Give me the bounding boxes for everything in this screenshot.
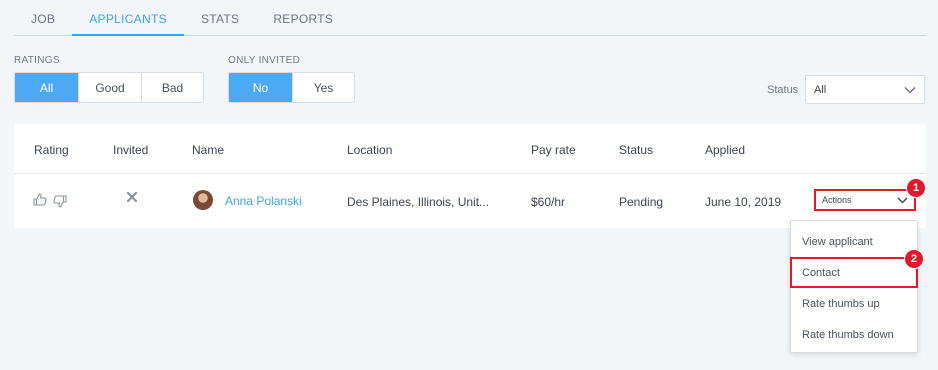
chevron-down-icon xyxy=(897,197,908,204)
actions-menu: View applicant Contact Rate thumbs up Ra… xyxy=(790,220,918,353)
actions-dropdown-button[interactable]: Actions xyxy=(814,189,916,211)
menu-item-contact[interactable]: Contact xyxy=(790,257,918,288)
header-divider xyxy=(14,173,926,174)
close-icon xyxy=(127,192,137,202)
only-invited-yes-button[interactable]: Yes xyxy=(293,73,354,102)
tab-reports[interactable]: REPORTS xyxy=(256,0,350,36)
only-invited-filter: No Yes xyxy=(228,72,355,103)
applicants-table: Rating Invited Name Location Pay rate St… xyxy=(14,124,926,228)
status-select[interactable]: All xyxy=(805,75,925,104)
tab-stats[interactable]: STATS xyxy=(184,0,256,36)
menu-item-rate-thumbs-up[interactable]: Rate thumbs up xyxy=(791,288,917,319)
column-header-status[interactable]: Status xyxy=(619,143,653,157)
only-invited-filter-label: ONLY INVITED xyxy=(228,55,301,66)
column-header-location[interactable]: Location xyxy=(347,143,392,157)
applicant-name-link[interactable]: Anna Polanski xyxy=(225,194,302,208)
annotation-badge-2: 2 xyxy=(904,249,924,269)
column-header-applied[interactable]: Applied xyxy=(705,143,745,157)
tab-applicants[interactable]: APPLICANTS xyxy=(72,0,184,36)
tab-job[interactable]: JOB xyxy=(14,0,72,36)
actions-button-label: Actions xyxy=(822,195,852,205)
applicant-applied-date: June 10, 2019 xyxy=(705,195,782,209)
ratings-filter: All Good Bad xyxy=(14,72,204,103)
ratings-bad-button[interactable]: Bad xyxy=(142,73,203,102)
only-invited-no-button[interactable]: No xyxy=(229,73,293,102)
column-header-pay-rate[interactable]: Pay rate xyxy=(531,143,576,157)
menu-item-view-applicant[interactable]: View applicant xyxy=(791,226,917,257)
applicant-location: Des Plaines, Illinois, Unit... xyxy=(347,195,490,209)
column-header-invited[interactable]: Invited xyxy=(113,143,148,157)
column-header-name[interactable]: Name xyxy=(192,143,224,157)
tab-bar: JOB APPLICANTS STATS REPORTS xyxy=(14,0,926,36)
menu-item-rate-thumbs-down[interactable]: Rate thumbs down xyxy=(791,319,917,350)
ratings-good-button[interactable]: Good xyxy=(79,73,142,102)
status-select-value: All xyxy=(814,83,827,96)
applicant-pay-rate: $60/hr xyxy=(531,195,566,209)
ratings-all-button[interactable]: All xyxy=(15,73,79,102)
avatar xyxy=(193,190,213,210)
thumbs-up-icon[interactable] xyxy=(33,193,47,206)
thumbs-down-icon[interactable] xyxy=(53,195,67,208)
annotation-badge-1: 1 xyxy=(906,178,926,198)
ratings-filter-label: RATINGS xyxy=(14,55,60,66)
chevron-down-icon xyxy=(904,86,916,94)
column-header-rating[interactable]: Rating xyxy=(34,143,69,157)
applicant-status: Pending xyxy=(619,195,664,209)
status-filter-label: Status xyxy=(767,84,799,96)
